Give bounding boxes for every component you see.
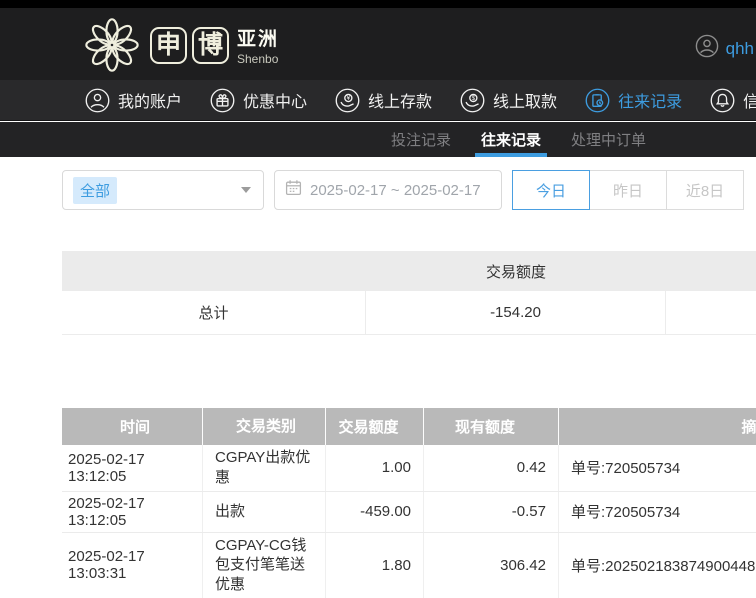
col-header-summary: 摘要 xyxy=(559,408,756,445)
brand-region-cn: 亚洲 xyxy=(237,24,279,51)
svg-text:¥: ¥ xyxy=(347,95,351,102)
nav-label: 线上取款 xyxy=(493,88,557,112)
brand-region-en: Shenbo xyxy=(237,52,279,66)
table-row: 2025-02-17 13:03:31 CGPAY-CG钱包支付笔笔送优惠 1.… xyxy=(62,533,756,598)
main-nav: 我的账户 优惠中心 ¥ 线上存款 $ xyxy=(0,80,756,121)
nav-label: 我的账户 xyxy=(118,88,182,112)
tab-pending-orders[interactable]: 处理中订单 xyxy=(568,122,649,157)
nav-item-deposit[interactable]: ¥ 线上存款 xyxy=(335,88,432,113)
yesterday-button[interactable]: 昨日 xyxy=(589,170,667,210)
transactions-table: 时间 交易类别 交易额度 现有额度 摘要 2025-02-17 13:12:05… xyxy=(62,408,756,598)
nav-item-records[interactable]: 往来记录 xyxy=(585,88,682,113)
username-text[interactable]: qhh xyxy=(726,39,754,59)
tab-transaction-records[interactable]: 往来记录 xyxy=(475,122,547,157)
category-selected-value: 全部 xyxy=(73,177,117,204)
cell-amount: 1.80 xyxy=(326,533,424,598)
withdraw-icon: $ xyxy=(460,88,485,113)
nav-label: 线上存款 xyxy=(368,88,432,112)
chevron-down-icon xyxy=(241,187,251,193)
col-header-amount: 交易额度 xyxy=(326,408,424,445)
date-range-input[interactable]: 2025-02-17 ~ 2025-02-17 xyxy=(274,170,502,210)
tab-label: 处理中订单 xyxy=(571,129,646,150)
brand-logo[interactable]: 申 博 亚洲 Shenbo xyxy=(84,18,279,72)
cell-balance: -0.57 xyxy=(424,492,559,532)
bell-icon xyxy=(710,88,735,113)
filter-row: 全部 2025-02-17 ~ 2025-02-17 今日 昨日 近8日 xyxy=(0,170,756,210)
date-range-value: 2025-02-17 ~ 2025-02-17 xyxy=(310,182,481,199)
category-select[interactable]: 全部 xyxy=(62,170,264,210)
nav-item-promotions[interactable]: 优惠中心 xyxy=(210,88,307,113)
deposit-icon: ¥ xyxy=(335,88,360,113)
top-black-strip xyxy=(0,0,756,8)
table-row: 2025-02-17 13:12:05 CGPAY出款优惠 1.00 0.42 … xyxy=(62,445,756,492)
cell-amount: 1.00 xyxy=(326,445,424,491)
summary-header-amount: 交易额度 xyxy=(366,261,666,282)
subnav-tabs: 投注记录 往来记录 处理中订单 xyxy=(0,122,756,157)
cell-summary: 单号:720505734 xyxy=(559,445,756,491)
cell-summary: 单号:720505734 xyxy=(559,492,756,532)
nav-item-my-account[interactable]: 我的账户 xyxy=(85,88,182,113)
nav-item-withdraw[interactable]: $ 线上取款 xyxy=(460,88,557,113)
col-header-balance: 现有额度 xyxy=(424,408,559,445)
summary-total-value: -154.20 xyxy=(366,291,666,334)
cell-balance: 306.42 xyxy=(424,533,559,598)
tab-label: 投注记录 xyxy=(391,129,451,150)
brand-char-bo: 博 xyxy=(192,27,229,64)
user-icon xyxy=(85,88,110,113)
active-tab-underline xyxy=(475,153,547,157)
logo-bar: 申 博 亚洲 Shenbo qhh xyxy=(0,8,756,80)
brand-region: 亚洲 Shenbo xyxy=(237,24,279,66)
records-icon xyxy=(585,88,610,113)
user-avatar-icon xyxy=(695,34,719,63)
gift-icon xyxy=(210,88,235,113)
brand-char-shen: 申 xyxy=(150,27,187,64)
cell-time: 2025-02-17 13:12:05 xyxy=(62,445,203,491)
col-header-time: 时间 xyxy=(62,408,203,445)
nav-label: 信 xyxy=(743,88,756,112)
table-row: 2025-02-17 13:12:05 出款 -459.00 -0.57 单号:… xyxy=(62,492,756,533)
flower-logo-icon xyxy=(84,18,140,72)
cell-time: 2025-02-17 13:12:05 xyxy=(62,492,203,532)
cell-amount: -459.00 xyxy=(326,492,424,532)
today-button[interactable]: 今日 xyxy=(512,170,590,210)
cell-type: 出款 xyxy=(203,492,326,532)
nav-item-messages[interactable]: 信 xyxy=(710,88,756,113)
cell-type: CGPAY出款优惠 xyxy=(203,445,326,491)
cell-time: 2025-02-17 13:03:31 xyxy=(62,533,203,598)
tab-bet-records[interactable]: 投注记录 xyxy=(388,122,454,157)
cell-summary: 单号:202502183874900448 xyxy=(559,533,756,598)
calendar-icon xyxy=(285,179,302,201)
col-header-type: 交易类别 xyxy=(203,408,326,445)
nav-label: 往来记录 xyxy=(618,88,682,112)
transactions-header-row: 时间 交易类别 交易额度 现有额度 摘要 xyxy=(62,408,756,445)
cell-type: CGPAY-CG钱包支付笔笔送优惠 xyxy=(203,533,326,598)
tab-label: 往来记录 xyxy=(481,129,541,150)
summary-header-row: 交易额度 xyxy=(62,251,756,291)
summary-total-label: 总计 xyxy=(62,291,366,334)
summary-total-row: 总计 -154.20 xyxy=(62,291,756,335)
nav-label: 优惠中心 xyxy=(243,88,307,112)
cell-balance: 0.42 xyxy=(424,445,559,491)
summary-table: 交易额度 总计 -154.20 xyxy=(62,251,756,335)
user-account[interactable]: qhh xyxy=(695,34,756,63)
quick-date-buttons: 今日 昨日 近8日 xyxy=(512,170,744,210)
svg-text:$: $ xyxy=(472,95,476,102)
last-8-days-button[interactable]: 近8日 xyxy=(666,170,744,210)
